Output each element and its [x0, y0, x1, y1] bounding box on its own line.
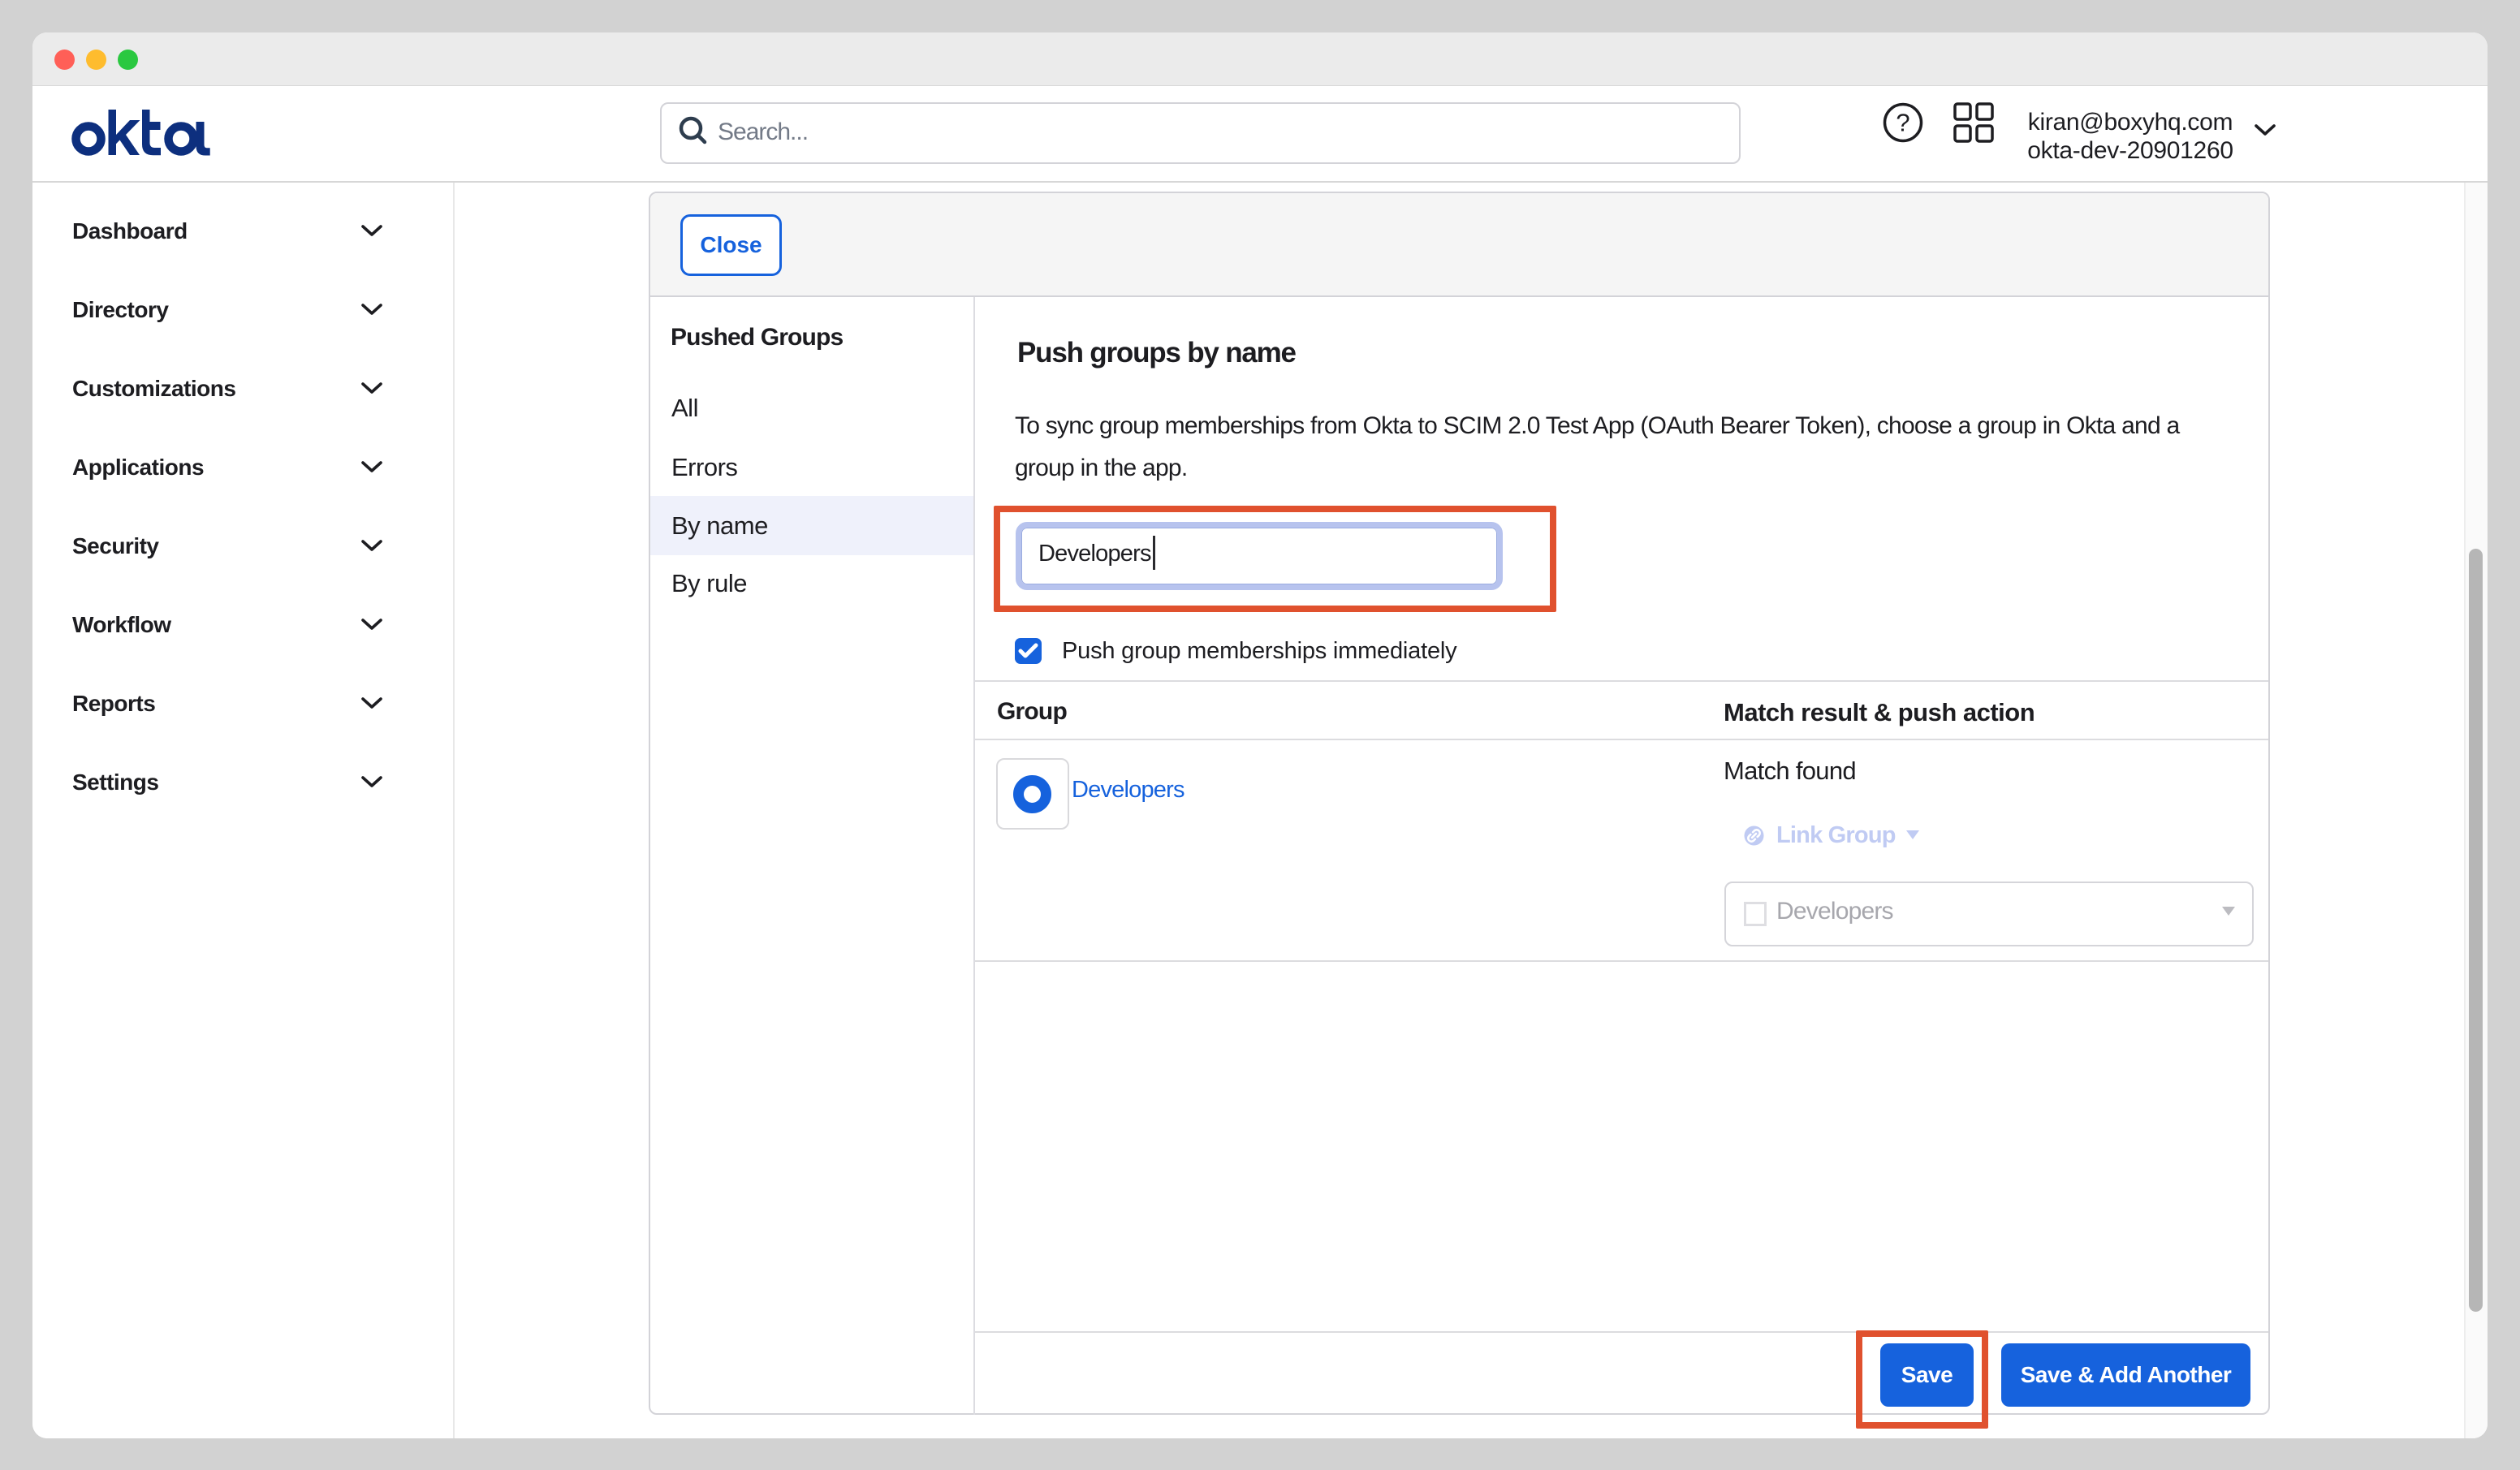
svg-text:?: ?	[1896, 109, 1909, 137]
